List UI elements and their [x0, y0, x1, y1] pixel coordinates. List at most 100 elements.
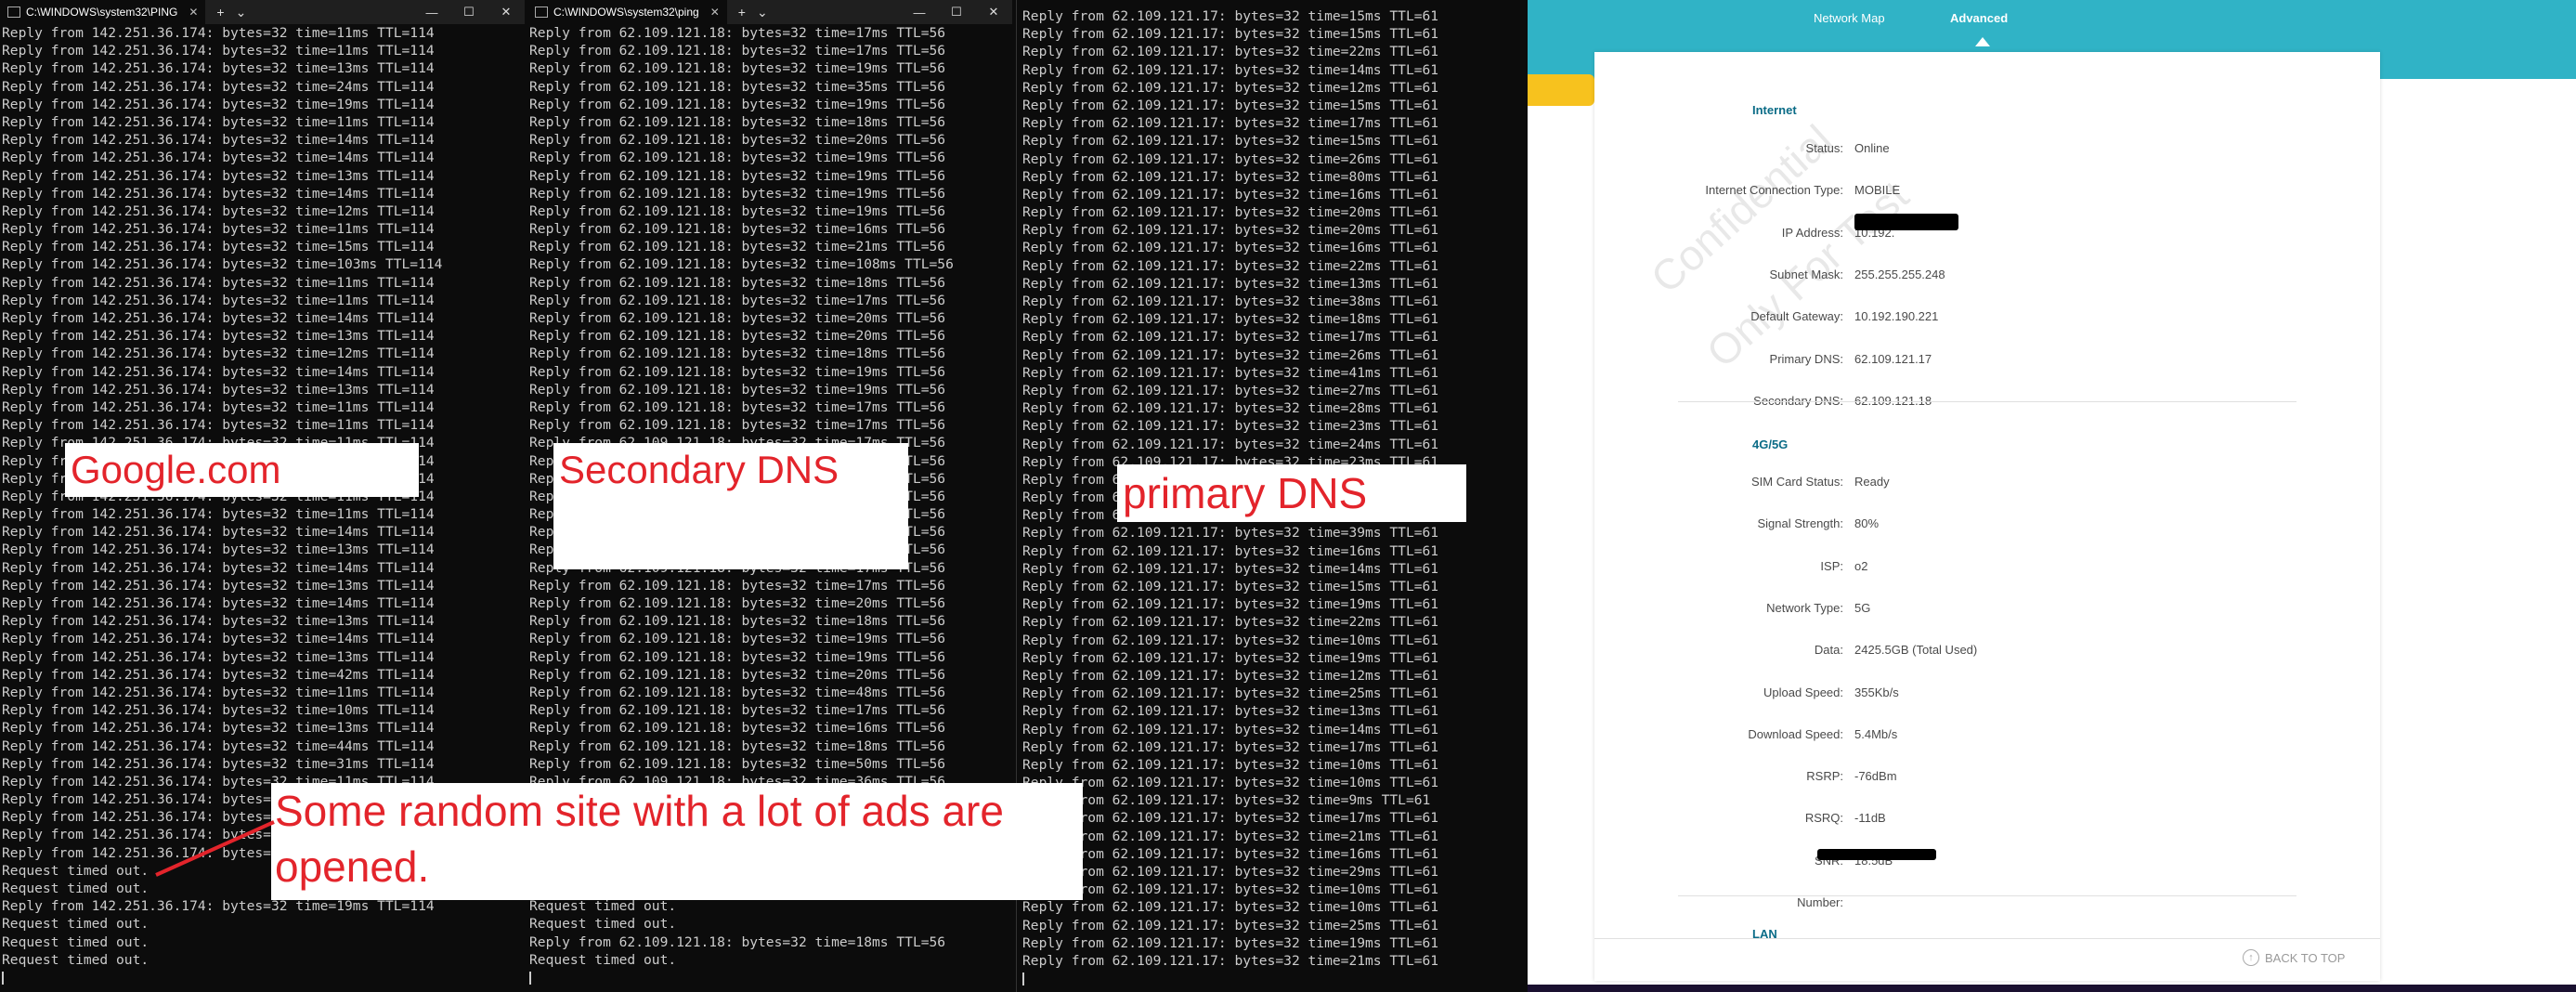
- minimize-icon[interactable]: —: [413, 6, 450, 20]
- back-to-top-button[interactable]: ↑ BACK TO TOP: [2243, 949, 2345, 966]
- terminal-tab[interactable]: C:\WINDOWS\system32\ping ✕: [527, 0, 727, 24]
- new-tab-icon[interactable]: +: [738, 5, 746, 20]
- terminal-line: Reply from 62.109.121.17: bytes=32 time=…: [1022, 222, 1439, 239]
- section-title-cellular: 4G/5G: [1752, 437, 1789, 451]
- info-value: Ready: [1854, 475, 1890, 489]
- close-icon[interactable]: ✕: [975, 5, 1012, 20]
- terminal-line: Reply from 62.109.121.17: bytes=32 time=…: [1022, 150, 1439, 167]
- nav-advanced[interactable]: Advanced: [1950, 11, 2008, 25]
- maximize-icon[interactable]: ☐: [938, 5, 975, 20]
- annotation-arrow: [155, 820, 275, 877]
- terminal-line: Reply from 142.251.36.174: bytes=32 time…: [2, 648, 435, 665]
- info-label: Default Gateway:: [1750, 309, 1843, 324]
- terminal-line: Reply from 142.251.36.174: bytes=32 time…: [2, 78, 435, 95]
- terminal-line: Reply from 62.109.121.18: bytes=32 time=…: [529, 274, 946, 291]
- terminal-line: Reply from 62.109.121.17: bytes=32 time=…: [1022, 400, 1439, 417]
- terminal-icon: [535, 7, 548, 18]
- terminal-line: Reply from 142.251.36.174: bytes=32 time…: [2, 417, 435, 434]
- chevron-down-icon[interactable]: ⌄: [236, 5, 247, 20]
- terminal-line: Reply from 62.109.121.18: bytes=32 time=…: [529, 185, 946, 202]
- terminal-line: Reply from 142.251.36.174: bytes=32 time…: [2, 524, 435, 541]
- terminal-line: Reply from 62.109.121.17: bytes=32 time=…: [1022, 382, 1439, 398]
- minimize-icon[interactable]: —: [901, 6, 938, 20]
- close-icon[interactable]: ✕: [488, 5, 525, 20]
- terminal-line: Reply from 142.251.36.174: bytes=32 time…: [2, 256, 443, 273]
- terminal-line: Reply from 142.251.36.174: bytes=32 time…: [2, 150, 435, 166]
- terminal-line: Reply from 62.109.121.17: bytes=32 time=…: [1022, 756, 1439, 773]
- terminal-line: Reply from 142.251.36.174: bytes=32 time…: [2, 613, 435, 630]
- terminal-line: Reply from 62.109.121.17: bytes=32 time=…: [1022, 917, 1439, 933]
- terminal-line: Reply from 62.109.121.17: bytes=32 time=…: [1022, 44, 1439, 60]
- terminal-line: Reply from 62.109.121.18: bytes=32 time=…: [529, 398, 946, 415]
- terminal-line: [2, 969, 525, 986]
- terminal-line: Reply from 62.109.121.17: bytes=32 time=…: [1022, 26, 1439, 43]
- terminal-line: Reply from 62.109.121.17: bytes=32 time=…: [1022, 275, 1439, 292]
- tab-close-icon[interactable]: ✕: [710, 6, 720, 19]
- terminal-titlebar[interactable]: C:\WINDOWS\system32\ping ✕ + ⌄ — ☐ ✕: [527, 0, 1012, 24]
- info-label: RSRQ:: [1804, 811, 1843, 826]
- terminal-line: Reply from 62.109.121.18: bytes=32 time=…: [529, 256, 954, 273]
- terminal-line: Reply from 62.109.121.17: bytes=32 time=…: [1022, 934, 1439, 951]
- nav-network-map[interactable]: Network Map: [1814, 11, 1885, 25]
- new-tab-icon[interactable]: +: [216, 5, 224, 20]
- terminal-line: [529, 969, 1012, 986]
- annotation-secondary-dns: Secondary DNS: [553, 443, 908, 569]
- terminal-tab-title: C:\WINDOWS\system32\ping: [553, 6, 699, 19]
- terminal-line: Reply from 142.251.36.174: bytes=32 time…: [2, 363, 435, 380]
- terminal-line: Reply from 142.251.36.174: bytes=32 time…: [2, 60, 435, 77]
- text-cursor: [2, 971, 4, 985]
- terminal-line: Reply from 62.109.121.18: bytes=32 time=…: [529, 292, 946, 308]
- terminal-line: Reply from 142.251.36.174: bytes=32 time…: [2, 720, 435, 737]
- terminal-titlebar[interactable]: C:\WINDOWS\system32\PING ✕ + ⌄ — ☐ ✕: [0, 0, 525, 24]
- terminal-line: Reply from 62.109.121.18: bytes=32 time=…: [529, 577, 946, 594]
- info-value: 5G: [1854, 600, 1871, 615]
- terminal-line: Reply from 62.109.121.17: bytes=32 time=…: [1022, 8, 1439, 24]
- terminal-line: Reply from 142.251.36.174: bytes=32 time…: [2, 577, 435, 594]
- terminal-line: Reply from 142.251.36.174: bytes=32 time…: [2, 542, 435, 558]
- terminal-line: Reply from 62.109.121.18: bytes=32 time=…: [529, 132, 946, 149]
- terminal-line: Reply from 62.109.121.17: bytes=32 time=…: [1022, 810, 1439, 827]
- terminal-line: Reply from 62.109.121.18: bytes=32 time=…: [529, 60, 946, 77]
- terminal-line: Reply from 62.109.121.18: bytes=32 time=…: [529, 737, 946, 754]
- terminal-line: Reply from 62.109.121.17: bytes=32 time=…: [1022, 418, 1439, 435]
- info-label: Internet Connection Type:: [1705, 183, 1843, 198]
- terminal-line: Request timed out.: [529, 916, 677, 933]
- info-label: Subnet Mask:: [1769, 267, 1844, 281]
- terminal-line: Reply from 62.109.121.17: bytes=32 time=…: [1022, 186, 1439, 202]
- terminal-line: Reply from 62.109.121.18: bytes=32 time=…: [529, 381, 946, 398]
- terminal-line: Request timed out.: [2, 916, 150, 933]
- terminal-line: Reply from 62.109.121.17: bytes=32 time=…: [1022, 346, 1439, 363]
- terminal-tab[interactable]: C:\WINDOWS\system32\PING ✕: [0, 0, 206, 24]
- divider: [1678, 895, 2296, 896]
- terminal-line: Reply from 142.251.36.174: bytes=32 time…: [2, 96, 435, 112]
- info-value: 255.255.255.248: [1854, 267, 1945, 281]
- info-label: RSRP:: [1806, 769, 1843, 784]
- info-value: -76dBm: [1854, 769, 1897, 784]
- terminal-line: Reply from 142.251.36.174: bytes=32 time…: [2, 113, 435, 130]
- info-label: ISP:: [1820, 558, 1843, 573]
- annotation-ads-note: Some random site with a lot of ads are o…: [271, 783, 1083, 900]
- chevron-down-icon[interactable]: ⌄: [757, 5, 768, 20]
- info-label: Network Type:: [1766, 600, 1843, 615]
- info-label: SIM Card Status:: [1751, 475, 1843, 489]
- tab-close-icon[interactable]: ✕: [189, 6, 198, 19]
- terminal-line: Reply from 62.109.121.18: bytes=32 time=…: [529, 648, 946, 665]
- terminal-line: Reply from 62.109.121.18: bytes=32 time=…: [529, 310, 946, 326]
- annotation-primary-dns: primary DNS: [1117, 464, 1466, 522]
- back-to-top-label: BACK TO TOP: [2265, 950, 2346, 965]
- side-tab[interactable]: [1528, 74, 1594, 106]
- terminal-line: Reply from 62.109.121.17: bytes=32 time=…: [1022, 240, 1439, 256]
- terminal-line: Reply from 142.251.36.174: bytes=32 time…: [2, 346, 435, 362]
- terminal-line: Reply from 142.251.36.174: bytes=32 time…: [2, 221, 435, 238]
- terminal-line: Reply from 142.251.36.174: bytes=32 time…: [2, 132, 435, 149]
- terminal-line: Reply from 62.109.121.18: bytes=32 time=…: [529, 239, 946, 255]
- terminal-line: Reply from 62.109.121.18: bytes=32 time=…: [529, 202, 946, 219]
- terminal-line: Reply from 62.109.121.17: bytes=32 time=…: [1022, 596, 1439, 613]
- terminal-line: Reply from 62.109.121.17: bytes=32 time=…: [1022, 204, 1439, 221]
- text-cursor: [1022, 972, 1024, 986]
- terminal-line: Reply from 62.109.121.18: bytes=32 time=…: [529, 702, 946, 719]
- terminal-line: Reply from 142.251.36.174: bytes=32 time…: [2, 398, 435, 415]
- info-label: Primary DNS:: [1769, 351, 1843, 366]
- maximize-icon[interactable]: ☐: [450, 5, 488, 20]
- redacted-number: [1817, 849, 1936, 860]
